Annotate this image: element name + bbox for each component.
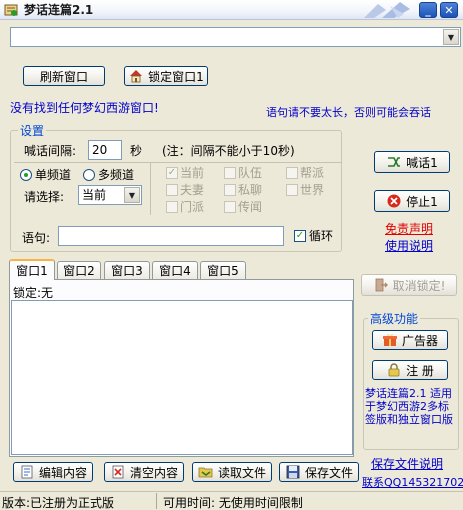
unlock-button[interactable]: 取消锁定! (361, 274, 457, 296)
single-channel-radio[interactable] (20, 169, 32, 181)
lock-window-label: 锁定窗口1 (148, 69, 204, 84)
tab-label: 窗口1 (16, 264, 48, 278)
channel-divider (150, 163, 151, 215)
save-file-label: 保存文件 (304, 465, 353, 480)
butterfly-decoration-icon (364, 2, 410, 18)
tab-label: 窗口3 (111, 264, 143, 278)
disclaimer-link[interactable]: 免责声明 (385, 220, 433, 237)
tab-label: 窗口2 (63, 264, 95, 278)
minimize-button[interactable]: _ (419, 2, 437, 18)
close-button[interactable]: ✕ (440, 2, 458, 18)
chevron-down-icon[interactable]: ▼ (124, 187, 140, 203)
open-folder-icon (198, 467, 213, 478)
shout-button[interactable]: 喊话1 (374, 151, 450, 173)
settings-divider (14, 162, 342, 163)
content-textarea[interactable] (11, 300, 353, 455)
gift-icon (382, 333, 397, 346)
tab-window-2[interactable]: 窗口2 (57, 261, 101, 279)
stop-label: 停止1 (406, 194, 438, 209)
channel-label-sect: 门派 (180, 200, 205, 214)
contact-qq-link[interactable]: 联系QQ1453217020 (362, 474, 463, 490)
tab-window-4[interactable]: 窗口4 (152, 261, 198, 279)
shout-label: 喊话1 (406, 155, 438, 170)
channel-checkbox-rumor[interactable] (224, 201, 236, 213)
stop-button[interactable]: 停止1 (374, 190, 450, 212)
status-separator (156, 493, 157, 509)
channel-label-guild: 帮派 (300, 166, 325, 180)
lock-status-text: 锁定:无 (13, 286, 54, 300)
phrase-label: 语句: (22, 231, 51, 245)
manual-link[interactable]: 使用说明 (385, 237, 433, 254)
tab-label: 窗口4 (159, 264, 191, 278)
loop-checkbox[interactable]: ✓ (294, 230, 306, 242)
lock-icon (388, 363, 400, 377)
channel-select-value: 当前 (82, 188, 107, 202)
multi-channel-label: 多频道 (98, 168, 135, 182)
save-file-button[interactable]: 保存文件 (279, 462, 359, 482)
clear-content-label: 清空内容 (129, 465, 178, 480)
channel-checkbox-private[interactable] (224, 184, 236, 196)
channel-label-spouse: 夫妻 (180, 183, 205, 197)
unlock-icon (375, 278, 388, 292)
channel-checkbox-sect[interactable] (166, 201, 178, 213)
single-channel-label: 单频道 (35, 168, 72, 182)
channel-label-rumor: 传闻 (238, 200, 263, 214)
lock-window-button[interactable]: 锁定窗口1 (124, 66, 208, 86)
channel-checkbox-spouse[interactable] (166, 184, 178, 196)
app-icon (4, 4, 18, 16)
ads-label: 广告器 (401, 333, 438, 348)
tab-window-5[interactable]: 窗口5 (200, 261, 246, 279)
channel-checkbox-team[interactable] (224, 167, 236, 179)
phrase-input[interactable] (58, 226, 284, 246)
read-file-button[interactable]: 读取文件 (192, 462, 272, 482)
refresh-window-button[interactable]: 刷新窗口 (23, 66, 105, 86)
refresh-window-label: 刷新窗口 (39, 69, 88, 84)
choose-channel-label: 请选择: (24, 190, 65, 204)
edit-content-label: 编辑内容 (38, 465, 87, 480)
edit-document-icon (21, 465, 33, 479)
game-window-dropdown[interactable]: ▼ (10, 27, 461, 47)
channel-label-current: 当前 (180, 166, 205, 180)
settings-legend: 设置 (18, 122, 47, 139)
tab-label: 窗口5 (207, 264, 239, 278)
interval-unit: 秒 (130, 144, 143, 158)
channel-checkbox-world[interactable] (286, 184, 298, 196)
read-file-label: 读取文件 (217, 465, 266, 480)
interval-input[interactable]: 20 (88, 140, 122, 160)
house-icon (130, 70, 143, 83)
floppy-disk-icon (286, 465, 300, 479)
multi-channel-radio[interactable] (83, 169, 95, 181)
tab-window-3[interactable]: 窗口3 (104, 261, 150, 279)
lock-status: 锁定:无 (13, 284, 53, 301)
interval-note: (注：间隔不能小于10秒) (162, 144, 295, 158)
status-message: 没有找到任何梦幻西游窗口! (10, 101, 159, 115)
about-text: 梦话连篇2.1 适用于梦幻西游2多标签版和独立窗口版 (365, 387, 453, 426)
tab-window-1[interactable]: 窗口1 (9, 259, 55, 280)
window-title: 梦话连篇2.1 (24, 3, 94, 17)
advanced-legend: 高级功能 (368, 310, 421, 327)
channel-label-team: 队伍 (238, 166, 263, 180)
register-button[interactable]: 注 册 (372, 360, 448, 380)
channel-checkbox-current[interactable]: ✓ (166, 167, 178, 179)
channel-label-world: 世界 (300, 183, 325, 197)
save-file-help-link[interactable]: 保存文件说明 (371, 455, 443, 472)
shuffle-icon (388, 157, 401, 167)
status-version: 版本:已注册为正式版 (2, 496, 115, 510)
chevron-down-icon[interactable]: ▼ (443, 29, 459, 45)
clear-icon (112, 465, 124, 479)
interval-label: 喊话间隔: (24, 144, 77, 158)
ads-button[interactable]: 广告器 (372, 330, 448, 350)
hint-message: 语句请不要太长，否则可能会吞话 (266, 106, 431, 119)
loop-label: 循环 (309, 229, 334, 243)
channel-select[interactable]: 当前 ▼ (78, 185, 142, 205)
clear-content-button[interactable]: 清空内容 (104, 462, 184, 482)
channel-checkbox-guild[interactable] (286, 167, 298, 179)
channel-label-private: 私聊 (238, 183, 263, 197)
edit-content-button[interactable]: 编辑内容 (13, 462, 93, 482)
stop-icon (387, 194, 401, 208)
register-label: 注 册 (406, 363, 434, 378)
unlock-label: 取消锁定! (392, 278, 446, 293)
status-time: 可用时间: 无使用时间限制 (163, 496, 303, 510)
